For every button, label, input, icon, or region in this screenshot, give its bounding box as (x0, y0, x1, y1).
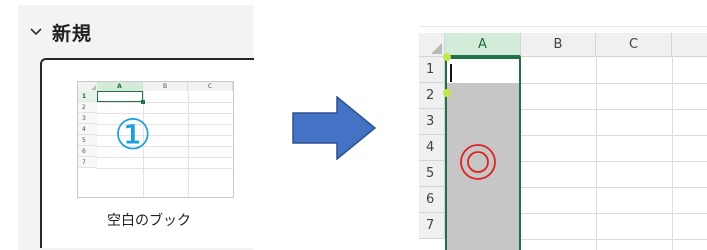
selection-handle[interactable] (443, 53, 451, 61)
thumbnail-active-cell (97, 91, 145, 104)
section-title: 新規 (52, 22, 93, 45)
selection-handle[interactable] (443, 89, 451, 97)
row-header-2[interactable]: 2 (419, 83, 445, 109)
grid-line (672, 57, 673, 250)
column-header-c[interactable]: C (596, 33, 672, 57)
thumbnail-row-header: 2 (78, 102, 97, 113)
row-header-7[interactable]: 7 (419, 213, 445, 239)
select-all-corner (78, 82, 97, 91)
select-all-button[interactable] (419, 33, 445, 57)
thumbnail-column-header: B (143, 82, 188, 91)
thumbnail-row-header: 1 (78, 91, 97, 102)
toolbar-strip (411, 5, 707, 33)
double-circle-icon (459, 143, 497, 181)
thumbnail-row-header: 4 (78, 124, 97, 135)
row-header-3[interactable]: 3 (419, 109, 445, 135)
row-header-1[interactable]: 1 (419, 57, 445, 83)
right-arrow-icon (292, 95, 377, 161)
card-label: 空白のブック (107, 213, 191, 229)
grid-line (188, 91, 189, 197)
row-header-6[interactable]: 6 (419, 187, 445, 213)
thumbnail-row-header: 7 (78, 157, 97, 168)
grid-line (97, 168, 233, 169)
column-header-a[interactable]: A (445, 33, 521, 57)
row-header-5[interactable]: 5 (419, 161, 445, 187)
chevron-down-icon[interactable] (28, 24, 44, 40)
blank-workbook-thumbnail: A B C 1 2 3 4 5 6 7 (77, 81, 234, 198)
grid-line (596, 57, 597, 250)
thumbnail-column-header: C (188, 82, 233, 91)
text-cursor (450, 64, 452, 82)
thumbnail-row-header: 3 (78, 113, 97, 124)
thumbnail-row-header: 5 (78, 135, 97, 146)
thumbnail-row-header: 6 (78, 146, 97, 157)
grid-line (97, 102, 233, 103)
column-header-next[interactable] (672, 33, 707, 57)
step-marker: ① (114, 110, 152, 159)
thumbnail-column-header: A (97, 82, 143, 91)
column-header-b[interactable]: B (521, 33, 596, 57)
blank-workbook-card[interactable]: A B C 1 2 3 4 5 6 7 ① 空白のブック (40, 58, 254, 248)
row-header-4[interactable]: 4 (419, 135, 445, 161)
spreadsheet-grid: A B C 1 2 3 4 5 6 7 (411, 5, 707, 250)
new-section-header[interactable]: 新規 (28, 19, 92, 45)
